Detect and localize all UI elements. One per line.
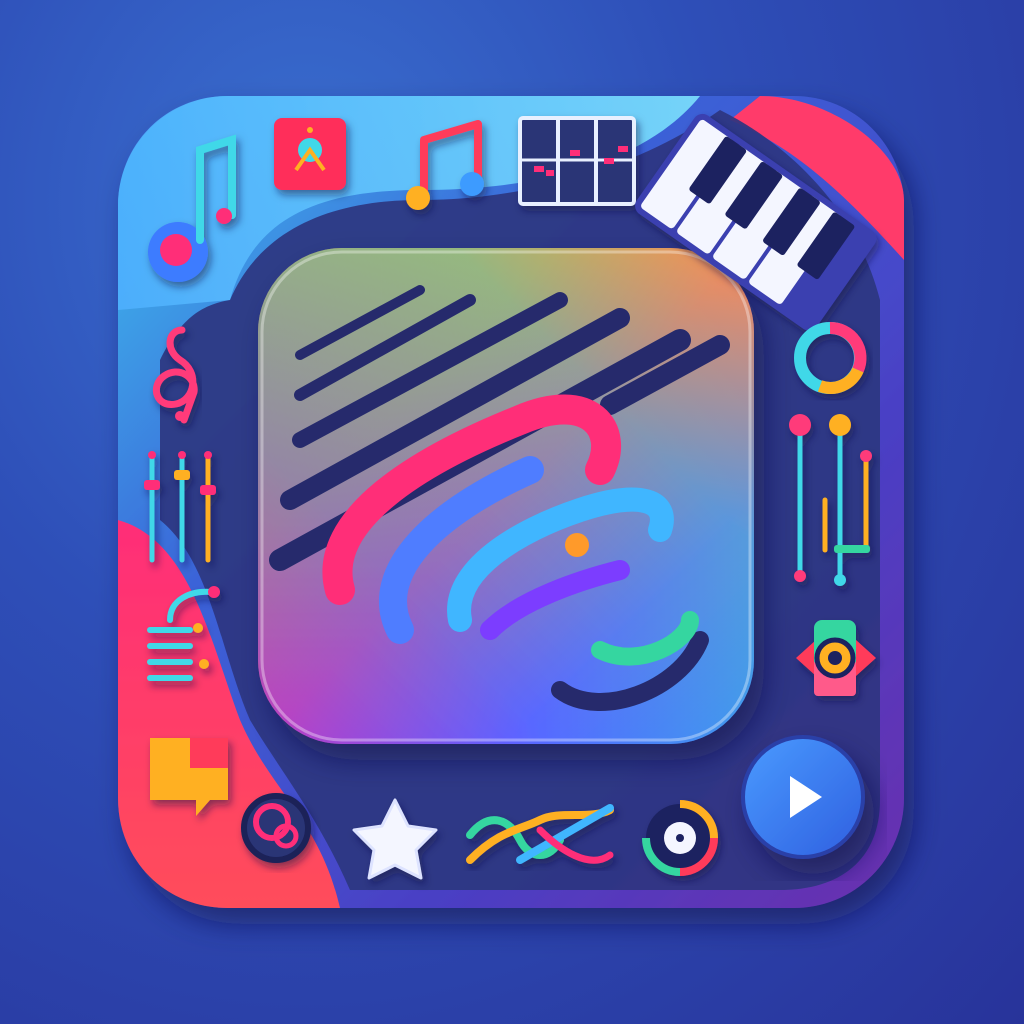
sequencer-grid-icon (518, 116, 636, 206)
vinyl-disc-icon (642, 800, 718, 876)
headphone-ring-icon (241, 793, 311, 863)
play-button-icon[interactable] (741, 735, 865, 859)
app-icon-artwork (0, 0, 1024, 1024)
central-logo (258, 248, 754, 744)
music-app-badge-icon (274, 118, 346, 190)
